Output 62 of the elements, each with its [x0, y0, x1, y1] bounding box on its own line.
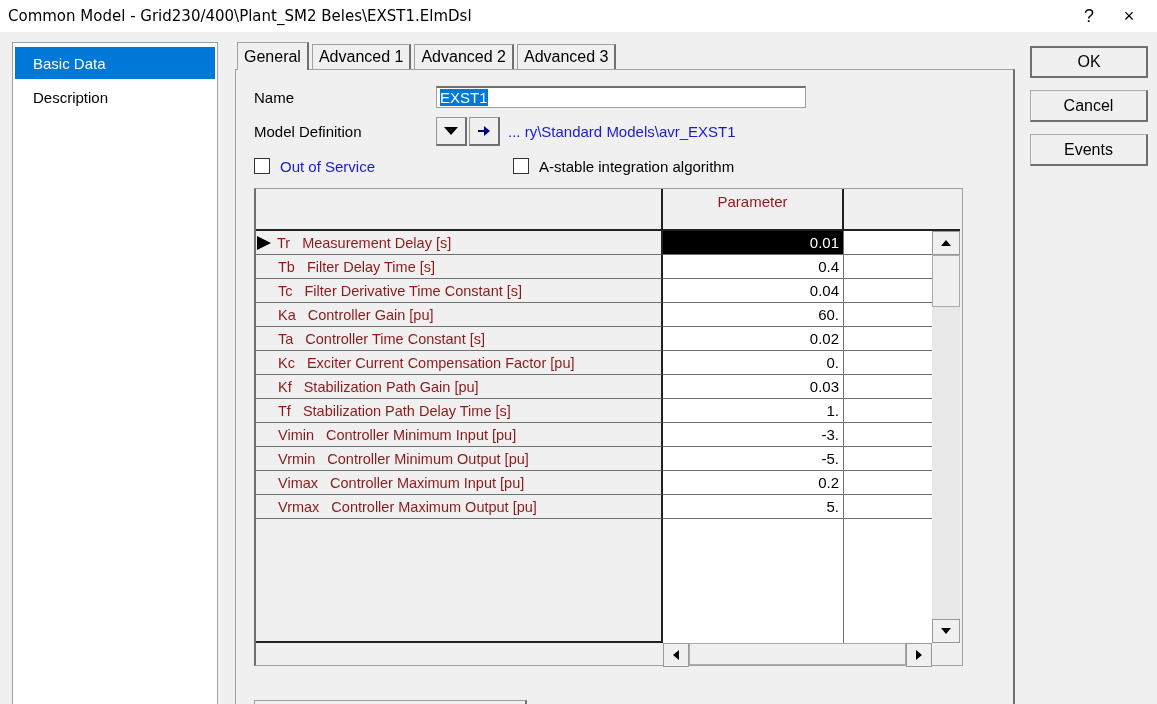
caret-icon: [444, 126, 458, 135]
checkbox[interactable]: [254, 158, 270, 174]
close-button[interactable]: ×: [1109, 5, 1149, 27]
model-definition-label: Model Definition: [254, 122, 363, 140]
parameter-symbol: Vrmin: [278, 450, 316, 467]
parameter-symbol: Kf: [278, 378, 292, 395]
arrow-right-icon: [478, 125, 490, 136]
help-button[interactable]: ?: [1069, 5, 1109, 27]
vertical-scrollbar[interactable]: [932, 231, 960, 643]
parameter-symbol: Ta: [278, 330, 294, 347]
dialog-button[interactable]: Events: [1030, 134, 1148, 166]
tab[interactable]: General: [237, 42, 309, 70]
name-field[interactable]: EXST1: [436, 86, 806, 108]
up-arrow-icon: [941, 238, 951, 248]
parameter-description: Controller Gain [pu]: [307, 306, 434, 323]
parameter-description: Controller Maximum Input [pu]: [330, 474, 525, 491]
parameter-description: Controller Maximum Output [pu]: [331, 498, 537, 515]
parameter-description: Stabilization Path Delay Time [s]: [302, 402, 511, 419]
scroll-thumb[interactable]: [932, 255, 960, 307]
scroll-thumb[interactable]: [689, 643, 906, 665]
parameter-symbol: Tc: [278, 282, 293, 299]
parameter-description: Measurement Delay [s]: [302, 234, 452, 251]
jump-button[interactable]: [469, 116, 500, 146]
horizontal-scrollbar[interactable]: [663, 643, 932, 665]
parameter-symbol: Tb: [278, 258, 295, 275]
parameter-description: Controller Minimum Output [pu]: [327, 450, 529, 467]
parameter-symbol: Vrmax: [278, 498, 320, 515]
parameter-symbol: Tr: [277, 234, 291, 251]
parameter-symbol: Tf: [278, 402, 291, 419]
tab[interactable]: Advanced 3: [516, 44, 617, 69]
window-title: Common Model - Grid230/400\Plant_SM2 Beles\EXST1.ElmDsl: [8, 7, 473, 25]
checkbox[interactable]: [513, 158, 530, 174]
sidebar-item[interactable]: Description: [15, 81, 215, 113]
parameter-description: Filter Delay Time [s]: [306, 258, 436, 275]
down-arrow-icon: [941, 626, 951, 636]
parameter-symbol: Vimin: [278, 426, 314, 443]
model-definition-link[interactable]: ... ry\Standard Models\avr_EXST1: [508, 122, 736, 140]
scroll-down-button[interactable]: [932, 619, 960, 643]
tab[interactable]: Advanced 2: [414, 44, 514, 69]
name-label: Name: [254, 88, 295, 106]
parameter-description: Filter Derivative Time Constant [s]: [304, 282, 523, 299]
parameter-description: Exciter Current Compensation Factor [pu]: [306, 354, 575, 371]
parameter-symbol: Vimax: [278, 474, 319, 491]
scroll-right-button[interactable]: [906, 643, 932, 667]
checkbox-link-label: Out of Service: [280, 157, 376, 175]
dropdown-button[interactable]: [436, 116, 467, 146]
dialog-button[interactable]: OK: [1030, 46, 1148, 78]
left-arrow-icon: [671, 650, 681, 660]
value-cell[interactable]: 0.01: [663, 231, 843, 255]
sidebar-item[interactable]: Basic Data: [15, 47, 215, 79]
checkbox-label: A-stable integration algorithm: [539, 157, 735, 175]
parameter-symbol: Kc: [278, 354, 295, 371]
parameter-description: Stabilization Path Gain [pu]: [303, 378, 479, 395]
parameter-description: Controller Time Constant [s]: [305, 330, 486, 347]
parameter-description: Controller Minimum Input [pu]: [326, 426, 517, 443]
parameter-symbol: Ka: [278, 306, 296, 323]
right-arrow-icon: [914, 650, 924, 660]
row-pointer-icon: [257, 235, 271, 250]
scroll-up-button[interactable]: [932, 231, 960, 255]
scroll-left-button[interactable]: [663, 643, 689, 667]
dialog-button[interactable]: Cancel: [1030, 90, 1148, 122]
tab[interactable]: Advanced 1: [311, 44, 412, 69]
